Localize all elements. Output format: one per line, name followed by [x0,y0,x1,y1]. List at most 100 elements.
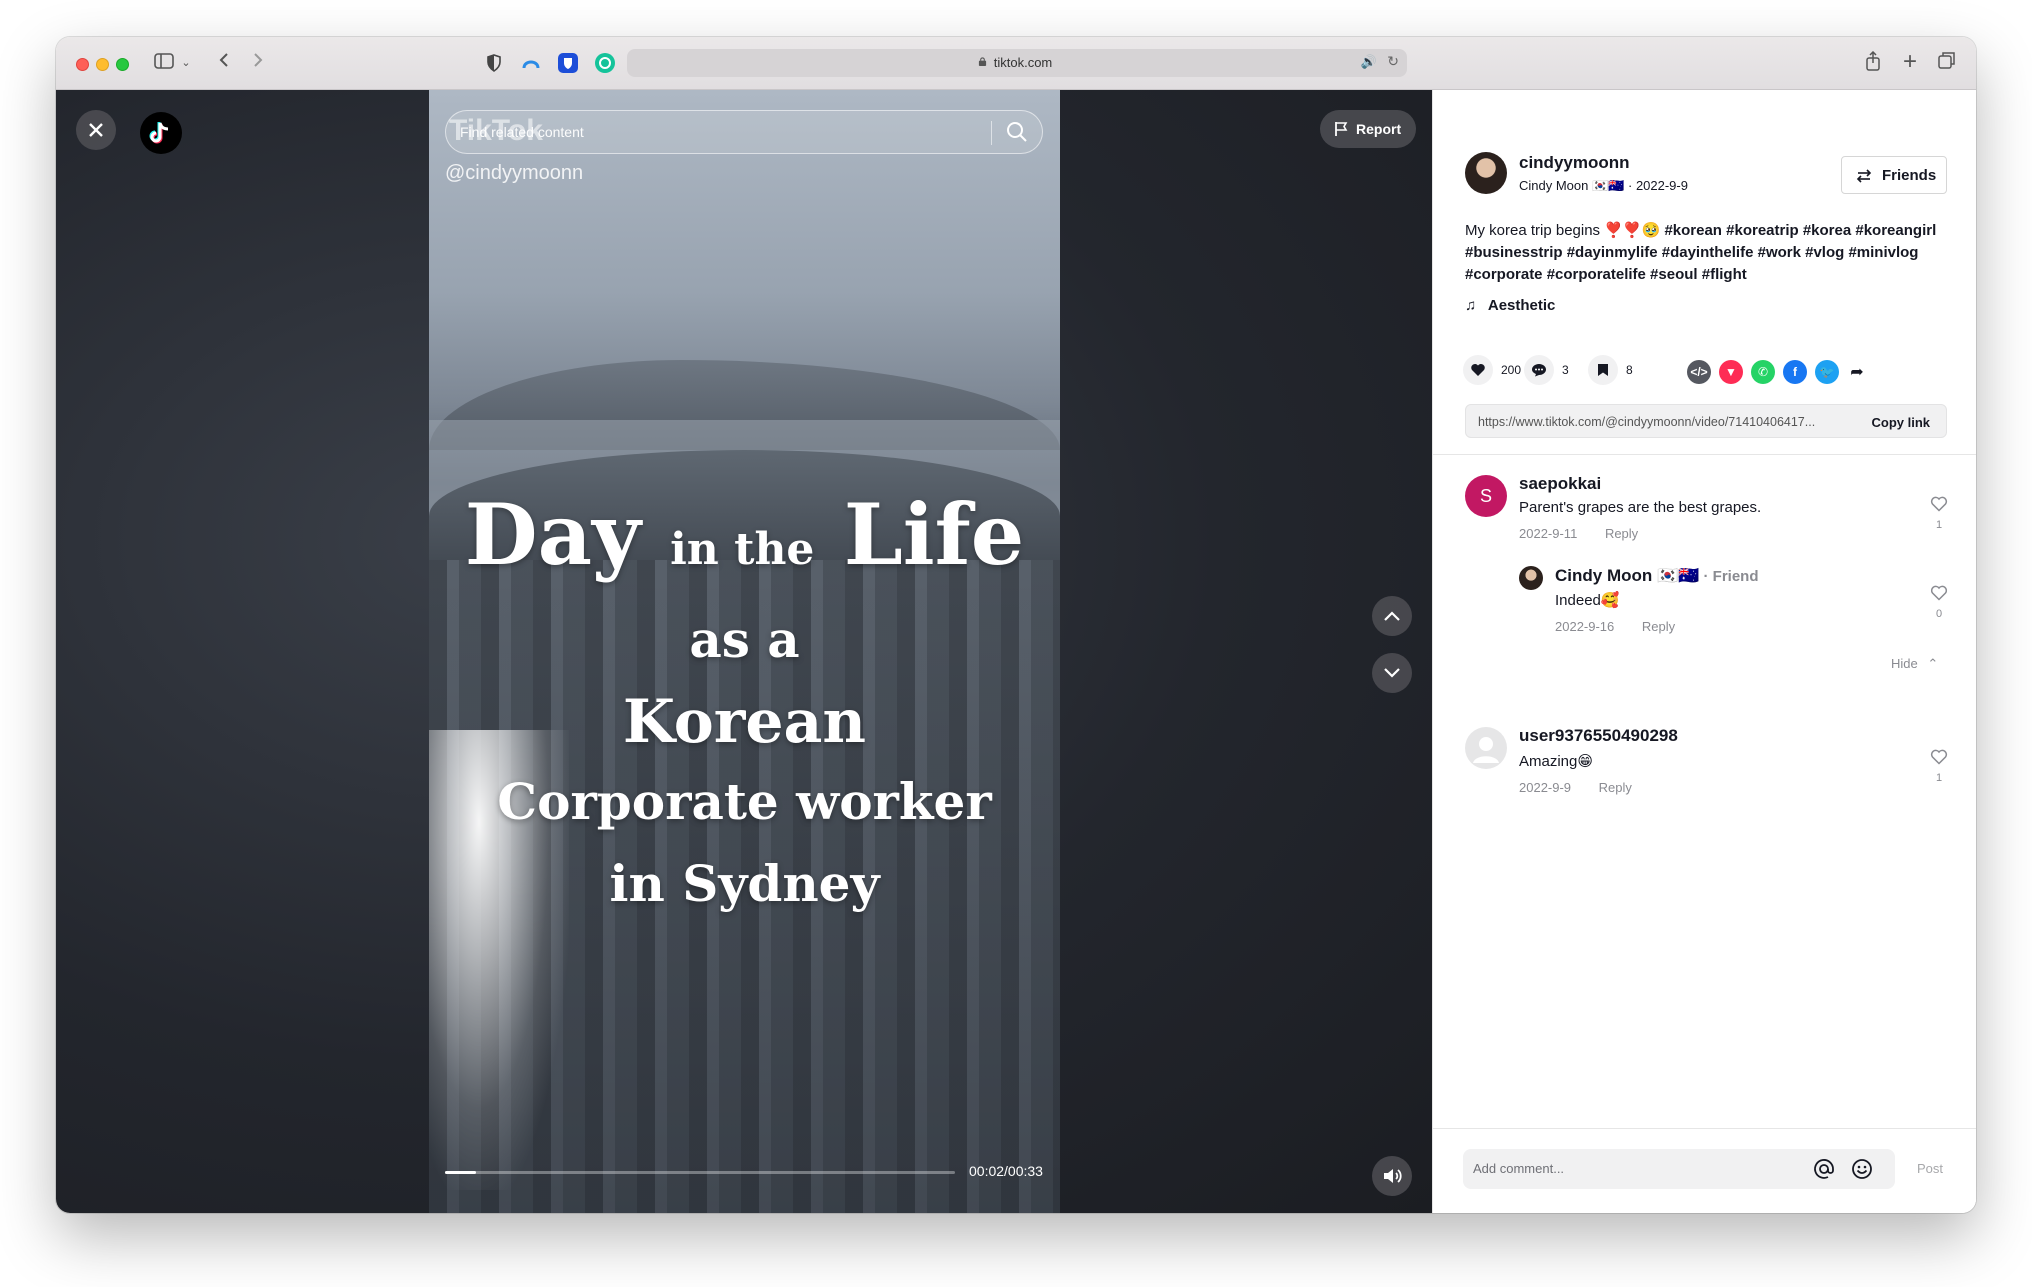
reply-like-button[interactable]: 0 [1927,585,1951,620]
flag-icon [1335,122,1348,136]
hide-replies-button[interactable]: Hide ⌃ [1891,656,1938,672]
comment-text: Parent's grapes are the best grapes. [1519,499,1762,516]
comment-meta: 2022-9-11 Reply [1519,526,1638,541]
reply-button[interactable]: Reply [1599,780,1632,795]
close-video-button[interactable] [76,110,116,150]
author-dot: · [1627,178,1636,193]
volume-button[interactable] [1372,1156,1412,1196]
comment-meta: 2022-9-9 Reply [1519,780,1632,795]
commenter-name[interactable]: saepokkai [1519,474,1601,494]
comment-placeholder: Add comment... [1473,1161,1565,1176]
comment-like-count: 1 [1935,772,1943,784]
video-player[interactable]: TikTok @cindyymoonn Find related content… [429,90,1060,1213]
commenter-avatar[interactable]: S [1465,475,1507,517]
post-comment-button[interactable]: Post [1917,1161,1943,1176]
heart-outline-icon [1930,749,1948,765]
overlay-word-life: Life [843,485,1025,584]
section-divider [1433,454,1976,455]
minimize-window-button[interactable] [96,58,109,71]
tab-overview-icon[interactable] [1936,51,1958,75]
emoji-icon[interactable] [1851,1158,1873,1180]
author-avatar[interactable] [1465,152,1507,194]
reply-text: Indeed🥰 [1555,592,1620,609]
reply-meta: 2022-9-16 Reply [1555,619,1675,634]
share-icon[interactable] [1863,50,1883,77]
heart-outline-icon [1930,585,1948,601]
more-share-arrow-icon[interactable]: ➦ [1845,360,1869,384]
share-link-url[interactable]: https://www.tiktok.com/@cindyymoonn/vide… [1478,415,1848,429]
zoom-window-button[interactable] [116,58,129,71]
reply-name-text: Cindy Moon 🇰🇷🇦🇺 [1555,566,1700,585]
bookmark-icon [1588,355,1618,385]
comment-like-button[interactable]: 1 [1927,496,1951,531]
post-date: 2022-9-9 [1635,178,1688,193]
share-link-box: https://www.tiktok.com/@cindyymoonn/vide… [1465,404,1947,438]
back-icon[interactable] [214,51,234,75]
reply-button[interactable]: Reply [1642,619,1675,634]
comment-text: Amazing😁 [1519,753,1593,770]
sidebar-toggle-icon[interactable] [152,51,176,75]
privacy-shield-icon[interactable] [484,53,504,73]
default-avatar-icon[interactable] [1465,727,1507,769]
overlay-word-in-the: in the [670,524,815,575]
new-tab-icon[interactable]: + [1900,50,1920,74]
friends-button[interactable]: Friends [1841,156,1947,194]
overlay-line-2: as a [689,610,800,669]
next-video-button[interactable] [1372,653,1412,693]
comment-date: 2022-9-9 [1519,780,1572,795]
reply-avatar[interactable] [1519,566,1543,590]
search-divider [991,121,992,145]
hide-label: Hide [1891,656,1918,671]
whatsapp-icon[interactable]: ✆ [1751,360,1775,384]
report-label: Report [1356,121,1402,137]
extension-arc-icon[interactable] [521,53,541,73]
browser-window: ⌄ tiktok.com 🔊 ↻ + TikTok @cindyymoonn F… [56,37,1976,1213]
extension-bitwarden-icon[interactable] [558,53,578,73]
related-search-input[interactable]: Find related content [445,110,1043,154]
overlay-word-day: Day [464,485,641,584]
mention-icon[interactable] [1813,1158,1835,1180]
forward-icon[interactable] [248,51,268,75]
author-display-name: Cindy Moon 🇰🇷🇦🇺 [1519,178,1625,193]
overlay-line-1: Day in the Life [429,485,1060,584]
embed-code-icon[interactable]: </> [1687,360,1711,384]
search-icon[interactable] [1006,121,1028,143]
reply-button[interactable]: Reply [1605,526,1638,541]
commenter-name[interactable]: user9376550490298 [1519,726,1678,746]
overlay-line-3: Korean [622,687,867,757]
copy-link-button[interactable]: Copy link [1871,415,1930,430]
close-icon [89,123,103,137]
address-bar[interactable]: tiktok.com 🔊 ↻ [627,49,1407,77]
chevron-up-icon [1384,611,1400,621]
address-bar-url: tiktok.com [993,55,1053,70]
twitter-icon[interactable]: 🐦 [1815,360,1839,384]
reply-like-count: 0 [1935,608,1943,620]
audio-playing-icon[interactable]: 🔊 [1361,54,1377,70]
music-title: Aesthetic [1487,297,1556,314]
overlay-line-5: in Sydney [609,854,880,913]
close-window-button[interactable] [76,58,89,71]
previous-video-button[interactable] [1372,596,1412,636]
heart-outline-icon [1930,496,1948,512]
send-to-friends-icon[interactable]: ▼ [1719,360,1743,384]
post-caption: My korea trip begins ❣️❣️🥹 [1465,222,1661,239]
report-button[interactable]: Report [1320,110,1416,148]
browser-toolbar: ⌄ tiktok.com 🔊 ↻ + [56,37,1976,90]
music-link[interactable]: ♫ Aesthetic [1465,297,1555,314]
music-note-icon: ♫ [1465,297,1477,314]
tiktok-logo-icon[interactable] [140,112,182,154]
extension-grammarly-icon[interactable] [595,53,615,73]
facebook-icon[interactable]: f [1783,360,1807,384]
comment-date: 2022-9-11 [1519,526,1578,541]
video-progress-fill [445,1171,476,1174]
video-progress-bar[interactable] [445,1171,955,1174]
reload-icon[interactable]: ↻ [1387,53,1399,70]
comment-bubble-icon [1524,355,1554,385]
comment-like-button[interactable]: 1 [1927,749,1951,784]
heart-icon [1463,355,1493,385]
watermark-username: @cindyymoonn [445,162,584,184]
comment-input[interactable]: Add comment... [1463,1149,1895,1189]
reply-commenter-name[interactable]: Cindy Moon 🇰🇷🇦🇺 · Friend [1555,566,1759,586]
author-username[interactable]: cindyymoonn [1519,153,1630,173]
chevron-down-icon[interactable]: ⌄ [180,51,192,75]
